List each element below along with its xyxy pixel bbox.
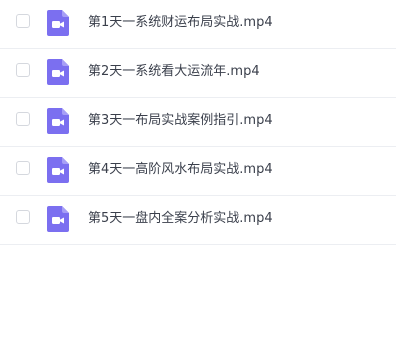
file-row[interactable]: 第4天一高阶风水布局实战.mp4	[0, 147, 396, 196]
file-row[interactable]: 第1天一系统财运布局实战.mp4	[0, 0, 396, 49]
file-list: 第1天一系统财运布局实战.mp4 第2天一系统看大运流年.mp4 第3天一布局实…	[0, 0, 396, 245]
video-file-icon	[47, 108, 69, 134]
video-file-icon	[47, 157, 69, 183]
file-row[interactable]: 第5天一盘内全案分析实战.mp4	[0, 196, 396, 245]
row-checkbox[interactable]	[16, 161, 30, 175]
row-checkbox[interactable]	[16, 63, 30, 77]
file-name[interactable]: 第2天一系统看大运流年.mp4	[88, 63, 260, 81]
video-file-icon	[47, 59, 69, 85]
video-file-icon	[47, 206, 69, 232]
file-name[interactable]: 第4天一高阶风水布局实战.mp4	[88, 161, 273, 179]
file-name[interactable]: 第1天一系统财运布局实战.mp4	[88, 14, 273, 32]
file-name[interactable]: 第3天一布局实战案例指引.mp4	[88, 112, 273, 130]
row-checkbox[interactable]	[16, 112, 30, 126]
video-file-icon	[47, 10, 69, 36]
row-checkbox[interactable]	[16, 210, 30, 224]
file-row[interactable]: 第3天一布局实战案例指引.mp4	[0, 98, 396, 147]
file-name[interactable]: 第5天一盘内全案分析实战.mp4	[88, 210, 273, 228]
file-row[interactable]: 第2天一系统看大运流年.mp4	[0, 49, 396, 98]
row-checkbox[interactable]	[16, 14, 30, 28]
